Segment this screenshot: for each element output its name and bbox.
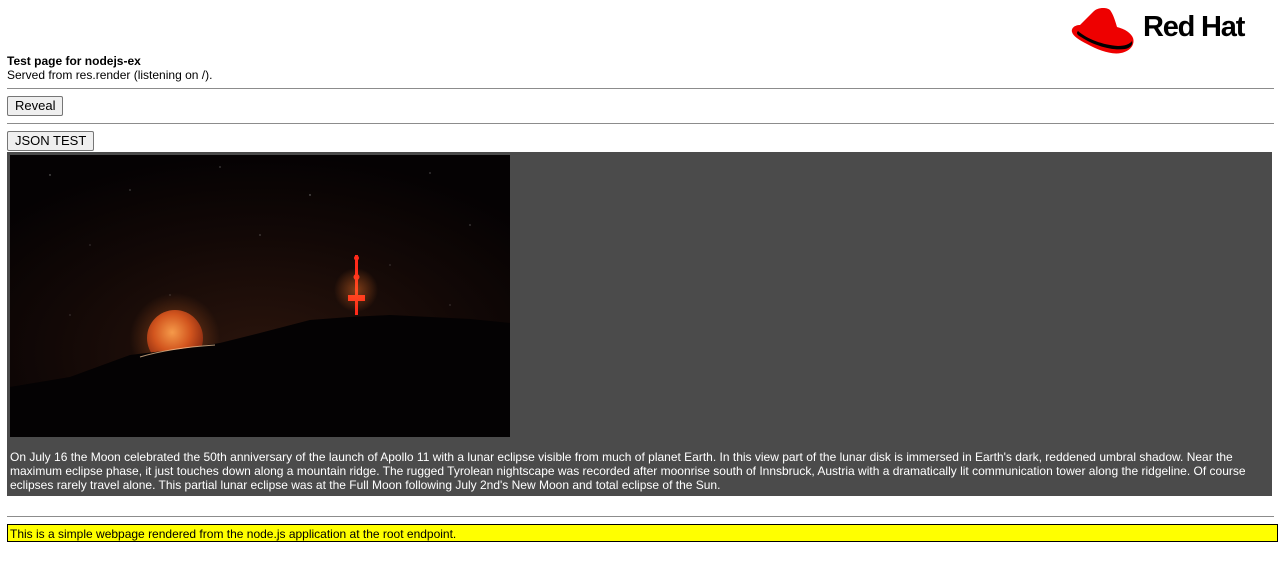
red-hat-logo: Red Hat: [1071, 6, 1276, 56]
apod-caption: On July 16 the Moon celebrated the 50th …: [10, 450, 1246, 492]
divider: [7, 88, 1274, 89]
page-subtitle: Served from res.render (listening on /).: [7, 68, 213, 82]
lunar-eclipse-photo: [10, 155, 510, 437]
divider: [7, 123, 1274, 124]
json-test-button[interactable]: JSON TEST: [7, 131, 95, 151]
reveal-button[interactable]: Reveal: [7, 96, 64, 116]
page-title: Test page for nodejs-ex: [7, 54, 141, 68]
apod-panel: On July 16 the Moon celebrated the 50th …: [7, 152, 1272, 496]
footer-message: This is a simple webpage rendered from t…: [7, 524, 1278, 542]
red-hat-icon: [1071, 7, 1134, 54]
divider: [7, 516, 1274, 517]
brand-name: Red Hat: [1143, 11, 1245, 43]
